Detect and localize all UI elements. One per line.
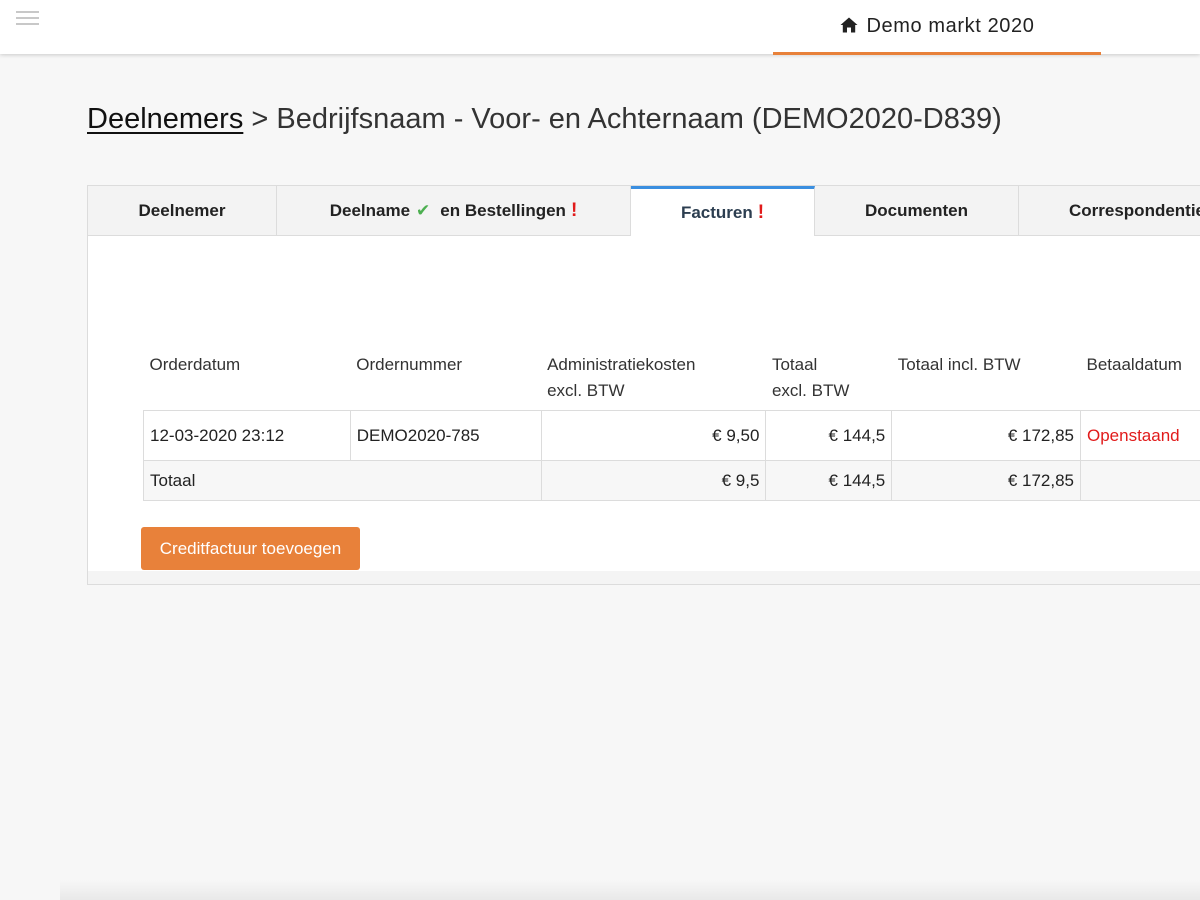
market-selector[interactable]: Demo markt 2020 [773, 0, 1101, 55]
invoice-table: Orderdatum Ordernummer Administratiekost… [143, 338, 1200, 501]
cell-administratiekosten: € 9,50 [540, 410, 767, 461]
table-total-row: Totaal € 9,5 € 144,5 € 172,85 [143, 460, 1200, 501]
col-totaal-excl: Totaal excl. BTW [765, 338, 892, 411]
cell-total-totaal-incl: € 172,85 [891, 460, 1081, 501]
status-openstaand: Openstaand [1080, 410, 1200, 461]
cell-orderdatum: 12-03-2020 23:12 [143, 410, 351, 461]
tab-label: Facturen [680, 202, 753, 222]
home-icon [840, 17, 858, 33]
tab-deelnemer[interactable]: Deelnemer [88, 186, 277, 236]
tab-bar: Deelnemer Deelname ✔ en Bestellingen ! F… [88, 186, 1200, 236]
add-credit-invoice-button[interactable]: Creditfactuur toevoegen [141, 527, 360, 570]
tab-label: Correspondentie [1069, 200, 1200, 220]
cell-total-betaaldatum [1080, 460, 1200, 501]
cell-ordernummer[interactable]: DEMO2020-785 [349, 410, 542, 461]
breadcrumb: Deelnemers > Bedrijfsnaam - Voor- en Ach… [87, 103, 1002, 136]
cell-totaal-incl: € 172,85 [891, 410, 1081, 461]
cell-total-totaal-excl: € 144,5 [765, 460, 893, 501]
tab-content: Orderdatum Ordernummer Administratiekost… [88, 236, 1200, 571]
check-icon: ✔ [416, 200, 431, 220]
cell-total-label: Totaal [143, 460, 542, 501]
tab-label: Documenten [865, 200, 968, 220]
breadcrumb-separator: > [251, 103, 269, 135]
alert-icon: ! [570, 199, 578, 221]
top-navbar: Demo markt 2020 [0, 0, 1200, 55]
tab-documenten[interactable]: Documenten [815, 186, 1019, 236]
alert-icon: ! [757, 201, 765, 223]
cell-total-administratiekosten: € 9,5 [540, 460, 767, 501]
breadcrumb-link-deelnemers[interactable]: Deelnemers [87, 103, 243, 135]
tab-facturen[interactable]: Facturen ! [631, 186, 815, 236]
col-ordernummer: Ordernummer [350, 338, 542, 411]
breadcrumb-current: Bedrijfsnaam - Voor- en Achternaam (DEMO… [276, 103, 1002, 135]
tab-label: Deelnemer [138, 200, 226, 220]
bottom-shadow [60, 880, 1200, 900]
cell-totaal-excl: € 144,5 [765, 410, 893, 461]
tab-label: Deelname [329, 200, 411, 220]
tab-correspondentie[interactable]: Correspondentie [1019, 186, 1200, 236]
col-totaal-incl: Totaal incl. BTW [891, 338, 1081, 411]
table-header-row: Orderdatum Ordernummer Administratiekost… [143, 338, 1200, 411]
market-name: Demo markt 2020 [866, 14, 1035, 37]
col-betaaldatum: Betaaldatum [1080, 338, 1200, 411]
col-administratiekosten: Administratiekosten excl. BTW [541, 338, 766, 411]
participant-panel: Deelnemer Deelname ✔ en Bestellingen ! F… [87, 185, 1200, 585]
table-row[interactable]: 12-03-2020 23:12 DEMO2020-785 € 9,50 € 1… [143, 410, 1200, 461]
hamburger-icon[interactable] [16, 11, 40, 29]
col-orderdatum: Orderdatum [143, 338, 351, 411]
tab-label-suffix: en Bestellingen [440, 200, 566, 220]
tab-deelname-bestellingen[interactable]: Deelname ✔ en Bestellingen ! [277, 186, 631, 236]
